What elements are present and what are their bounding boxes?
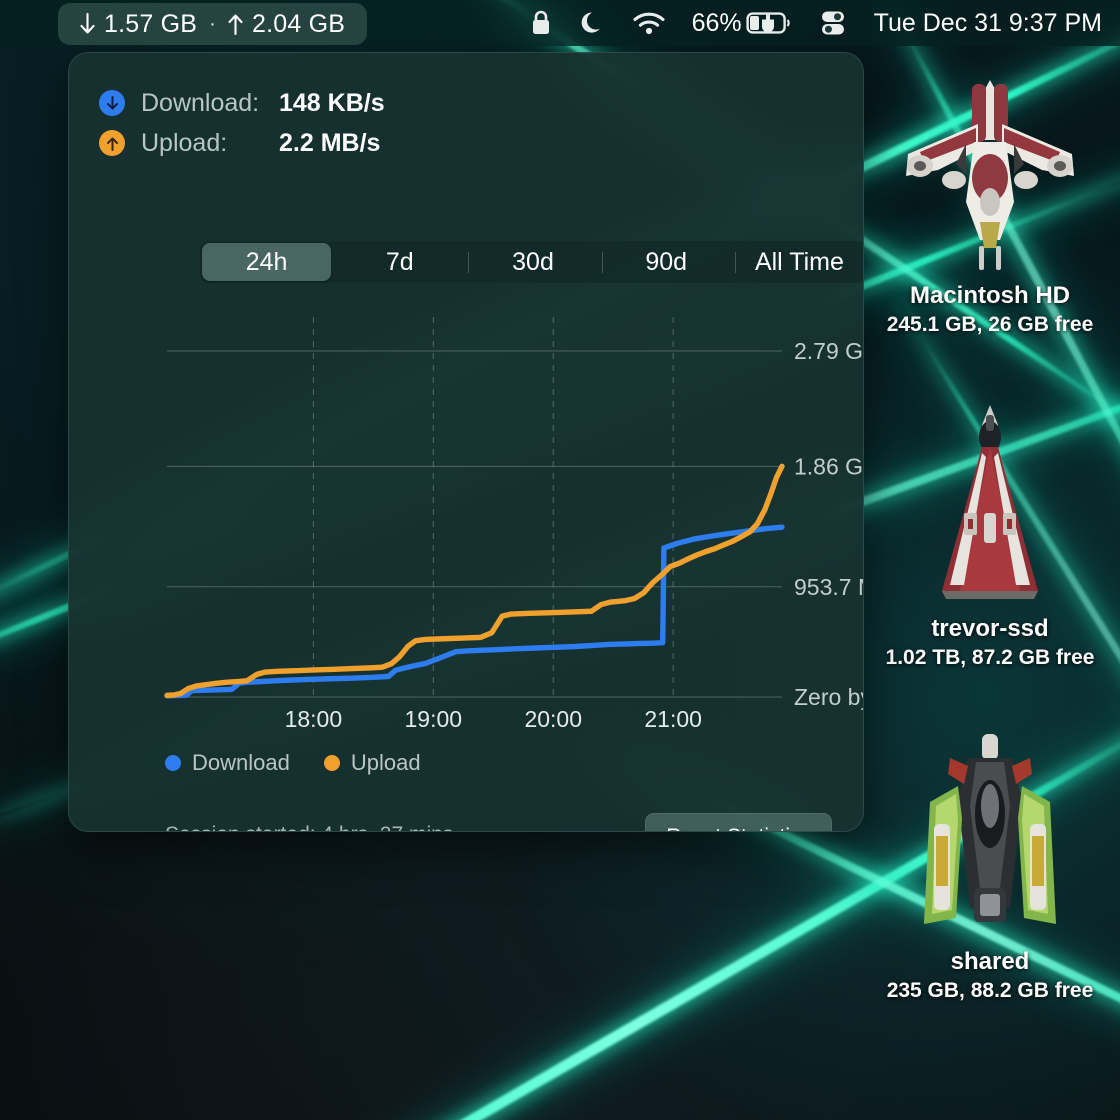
session-duration-text: Session started: 4 hrs, 27 mins <box>165 823 453 831</box>
upload-speed: 2.2 MB/s <box>279 128 381 157</box>
network-stats-popover: Download: 148 KB/s Upload: 2.2 MB/s 24h … <box>68 52 864 832</box>
moon-icon[interactable] <box>579 9 606 37</box>
drive-capacity: 245.1 GB, 26 GB free <box>886 313 1094 336</box>
range-tab-30d[interactable]: 30d <box>468 243 597 281</box>
battery-percent: 66% <box>691 8 742 37</box>
legend-item-download: Download <box>165 750 290 776</box>
range-tab-24h[interactable]: 24h <box>202 243 332 281</box>
menu-bar: 1.57 GB · 2.04 GB 66% Tue Dec 31 9:37 PM <box>0 0 1120 46</box>
range-tab-all-time[interactable]: All Time <box>734 243 863 281</box>
chart-y-axis-label: Zero bytes <box>794 684 864 710</box>
chart-x-axis-label: 18:00 <box>285 706 343 732</box>
desktop-drive-icon[interactable]: shared 235 GB, 88.2 GB free <box>870 718 1110 1003</box>
battery-charging-icon <box>746 12 790 34</box>
drive-name: trevor-ssd <box>931 615 1049 642</box>
legend-label: Upload <box>350 750 421 775</box>
arrow-up-circle-icon <box>99 130 125 156</box>
jedi-starfighter-icon <box>870 385 1110 615</box>
drive-name: shared <box>950 948 1030 975</box>
upload-label: Upload: <box>141 128 228 157</box>
drive-capacity: 1.02 TB, 87.2 GB free <box>885 646 1095 669</box>
separator-dot: · <box>209 12 216 35</box>
upload-total: 2.04 GB <box>252 9 346 38</box>
gunship-icon <box>870 52 1110 282</box>
download-total: 1.57 GB <box>104 9 198 38</box>
chart-legend: Download Upload <box>165 750 421 776</box>
drive-name: Macintosh HD <box>909 282 1070 309</box>
speed-stats: Download: 148 KB/s Upload: 2.2 MB/s <box>99 83 385 163</box>
legend-swatch <box>323 755 340 771</box>
panel-footer: Session started: 4 hrs, 27 mins Reset St… <box>69 813 863 831</box>
chart-line-upload <box>164 463 785 699</box>
wifi-icon[interactable] <box>632 10 666 36</box>
upload-stat-row: Upload: 2.2 MB/s <box>99 123 385 163</box>
range-tab-7d[interactable]: 7d <box>335 243 464 281</box>
legend-item-upload: Upload <box>323 750 421 776</box>
usage-chart: 2.79 GB 1.86 GB 953.7 MB Zero bytes 18:00 19:… <box>69 305 864 745</box>
lock-icon[interactable] <box>529 8 553 38</box>
desktop-drive-icon[interactable]: trevor-ssd 1.02 TB, 87.2 GB free <box>870 385 1110 670</box>
legend-swatch <box>165 755 181 771</box>
download-speed: 148 KB/s <box>279 88 385 117</box>
desktop-drive-icon[interactable]: Macintosh HD 245.1 GB, 26 GB free <box>870 52 1110 337</box>
chart-x-axis-label: 21:00 <box>644 706 702 732</box>
time-range-segmented-control[interactable]: 24h 7d 30d 90d All Time <box>200 241 863 283</box>
legend-label: Download <box>192 750 290 775</box>
chart-x-axis-label: 19:00 <box>405 706 463 732</box>
battery-status[interactable]: 66% <box>692 9 792 38</box>
chart-x-axis-label: 20:00 <box>524 706 582 732</box>
reset-statistics-button[interactable]: Reset Statistics <box>645 813 832 831</box>
network-monitor-menu-item[interactable]: 1.57 GB · 2.04 GB <box>58 3 368 45</box>
arrow-down-circle-icon <box>99 90 125 116</box>
arrow-down-icon <box>80 13 95 34</box>
chart-y-axis-label: 2.79 GB <box>794 338 864 364</box>
menu-bar-clock[interactable]: Tue Dec 31 9:37 PM <box>874 9 1102 38</box>
download-label: Download: <box>141 88 260 117</box>
download-stat-row: Download: 148 KB/s <box>99 83 385 123</box>
control-center-icon[interactable] <box>818 8 848 38</box>
chart-y-axis-label: 1.86 GB <box>794 453 864 479</box>
green-starfighter-icon <box>870 718 1110 948</box>
chart-line-download <box>164 524 785 699</box>
usage-chart-svg: 2.79 GB 1.86 GB 953.7 MB Zero bytes 18:00 19:… <box>164 317 864 732</box>
chart-y-axis-label: 953.7 MB <box>794 574 864 600</box>
drive-capacity: 235 GB, 88.2 GB free <box>886 979 1094 1002</box>
range-tab-90d[interactable]: 90d <box>601 243 731 281</box>
arrow-up-icon <box>228 14 243 35</box>
